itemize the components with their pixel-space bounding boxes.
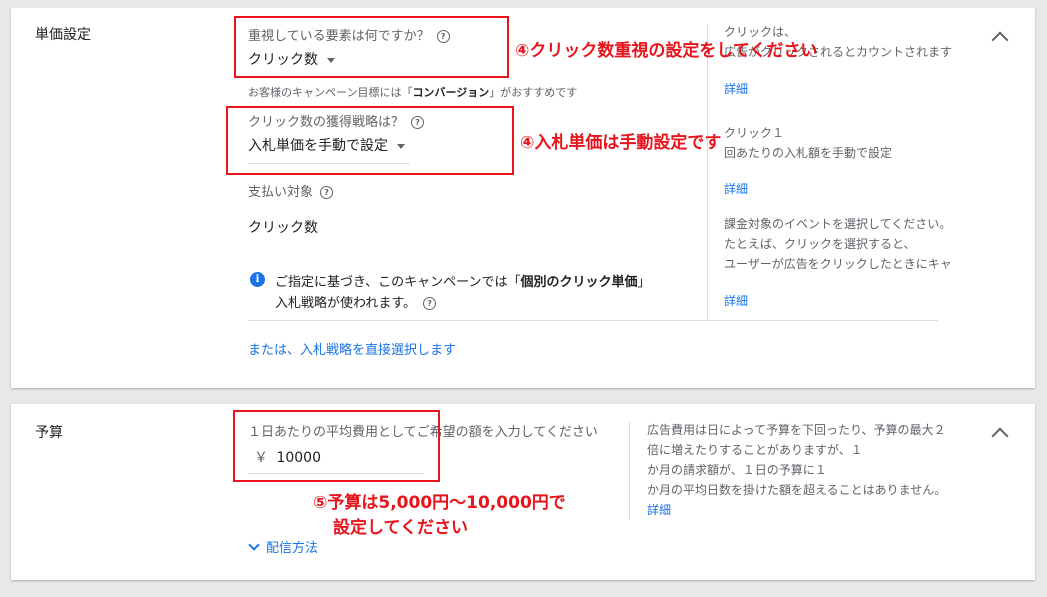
pay-value: クリック数 bbox=[248, 220, 318, 236]
info-line-2: 入札戦略が使われます。? bbox=[275, 292, 437, 311]
help-icon[interactable]: ? bbox=[423, 297, 437, 310]
focus-learn-more-link[interactable]: 詳細 bbox=[724, 79, 748, 99]
info-line-1: ご指定に基づき、このキャンペーンでは「個別のクリック単価」 bbox=[275, 271, 650, 290]
strategy-learn-more-link[interactable]: 詳細 bbox=[724, 179, 748, 199]
pay-desc-2: たとえば、クリックを選択すると、 bbox=[724, 237, 916, 251]
delivery-method-link[interactable]: 配信方法 bbox=[266, 537, 318, 556]
info-icon: i bbox=[250, 272, 265, 287]
focus-hint: お客様のキャンペーン目標には「コンバージョン」がおすすめです bbox=[248, 84, 577, 100]
annotation-text-budget-1: ⑤予算は5,000円〜10,000円で bbox=[313, 493, 566, 513]
info-line-1-suffix: 」 bbox=[637, 275, 651, 290]
info-line-1-prefix: ご指定に基づき、このキャンペーンでは「 bbox=[275, 275, 521, 290]
strategy-desc-1: クリック１ bbox=[724, 126, 785, 140]
budget-desc-2: 倍に増えたりすることがありますが、１ bbox=[647, 443, 863, 457]
annotation-text-focus: ④クリック数重視の設定をしてください bbox=[515, 41, 818, 61]
budget-help-panel: 広告費用は日によって予算を下回ったり、予算の最大２ 倍に増えたりすることがありま… bbox=[647, 420, 977, 524]
annotation-box-budget bbox=[233, 410, 440, 482]
collapse-chevron-icon[interactable] bbox=[991, 427, 1009, 445]
collapse-chevron-icon[interactable] bbox=[991, 31, 1009, 49]
annotation-text-strategy: ④入札単価は手動設定です bbox=[520, 133, 722, 153]
budget-section-title: 予算 bbox=[35, 425, 63, 441]
annotation-box-strategy bbox=[226, 106, 514, 175]
pay-learn-more-link[interactable]: 詳細 bbox=[724, 291, 748, 311]
bid-help-panel: クリックは、 広告がクリックされるとカウントされます 詳細 クリック１ 回あたり… bbox=[724, 22, 970, 322]
focus-hint-prefix: お客様のキャンペーン目標には「 bbox=[248, 86, 413, 99]
focus-hint-suffix: 」がおすすめです bbox=[489, 86, 578, 99]
direct-select-link[interactable]: または、入札戦略を直接選択します bbox=[248, 339, 456, 358]
budget-desc-1: 広告費用は日によって予算を下回ったり、予算の最大２ bbox=[647, 423, 946, 437]
annotation-text-budget-2: 設定してください bbox=[333, 518, 468, 538]
budget-learn-more-link[interactable]: 詳細 bbox=[647, 500, 671, 520]
column-divider bbox=[707, 24, 708, 320]
annotation-box-focus bbox=[234, 16, 509, 78]
focus-hint-bold: コンバージョン bbox=[412, 86, 490, 99]
chevron-down-icon bbox=[248, 539, 260, 551]
help-icon[interactable]: ? bbox=[320, 186, 334, 199]
budget-desc-3: か月の請求額が、１日の予算に１ bbox=[647, 463, 827, 477]
pay-label: 支払い対象? bbox=[248, 181, 334, 200]
strategy-desc-2: 回あたりの入札額を手動で設定 bbox=[724, 146, 893, 160]
info-line-2-text: 入札戦略が使われます。 bbox=[275, 296, 417, 311]
pay-label-text: 支払い対象 bbox=[248, 185, 314, 200]
info-line-1-bold: 個別のクリック単価 bbox=[520, 275, 638, 290]
pay-desc-3: ユーザーが広告をクリックしたときにキャ bbox=[724, 257, 952, 271]
bid-section-title: 単価設定 bbox=[35, 27, 91, 43]
column-divider bbox=[629, 422, 630, 520]
budget-desc-4: か月の平均日数を掛けた額を超えることはありません。 bbox=[647, 483, 947, 497]
pay-desc-1: 課金対象のイベントを選択してください。 bbox=[724, 217, 952, 231]
bid-strategy-card: 単価設定 重視している要素は何ですか？? クリック数 お客様のキャンペーン目標に… bbox=[11, 8, 1035, 388]
